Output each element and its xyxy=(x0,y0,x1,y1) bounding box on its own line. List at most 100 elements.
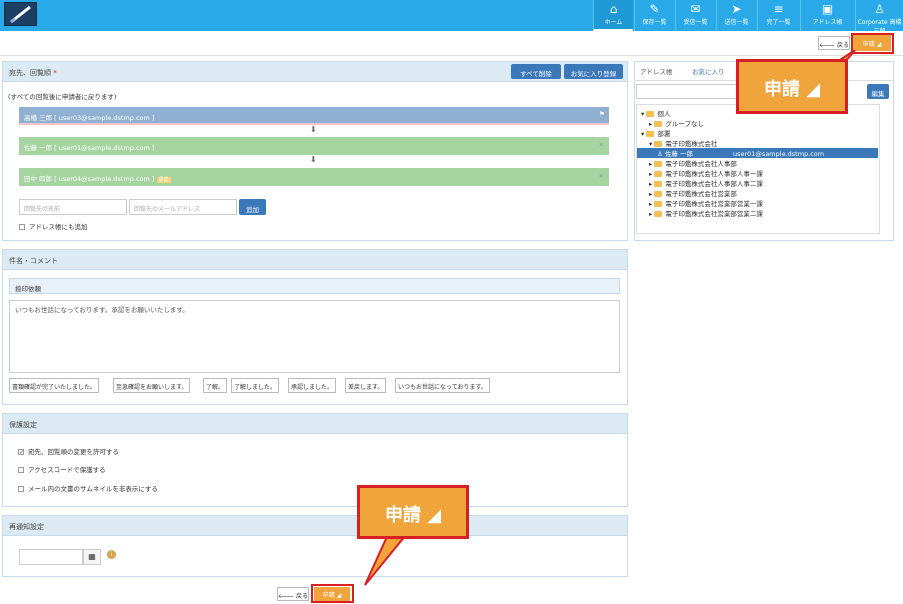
folder-icon xyxy=(654,171,663,177)
add-to-addressbook-checkbox[interactable]: アドレス帳にも追加 xyxy=(19,221,88,231)
reminder-header: 再通知設定 xyxy=(3,516,627,536)
folder-icon xyxy=(654,191,663,197)
tab-favorites[interactable]: お気に入り xyxy=(692,66,725,76)
reminder-panel: 再通知設定 xyxy=(2,515,628,577)
arrow-left-icon: 🡐 xyxy=(278,593,296,600)
list-icon: ≡ xyxy=(773,2,784,16)
arrow-down-icon: ⬇ xyxy=(310,125,317,134)
allow-change-checkbox[interactable]: ✓ 宛先、回覧順の変更を許可する xyxy=(18,446,119,456)
folder-icon xyxy=(646,131,655,137)
home-icon: ⌂ xyxy=(609,2,618,16)
nav-item[interactable]: ▣ アドレス帳 xyxy=(800,0,854,31)
close-icon[interactable]: ✕ xyxy=(599,141,604,149)
delete-all-button[interactable]: すべて削除 xyxy=(511,64,561,79)
template-button[interactable]: 差戻します。 xyxy=(345,378,387,393)
tree-node[interactable]: ▸ 電子印鑑株式会社人事部人事一課 xyxy=(649,168,763,178)
paper-plane-icon: ◢ xyxy=(427,505,442,526)
send-icon: ➤ xyxy=(731,2,742,16)
tree-node[interactable]: ▾ 電子印鑑株式会社 xyxy=(649,138,717,148)
nav-label: 送信一覧 xyxy=(724,19,749,26)
addressbook-icon: ▣ xyxy=(821,2,834,16)
nav-label: 受信一覧 xyxy=(683,19,708,26)
template-button[interactable]: いつもお世話になっております。 xyxy=(395,378,490,393)
nav-item[interactable]: ♙ Corporate 高橋 三郎 xyxy=(855,0,903,35)
nav-item[interactable]: ✉ 受信一覧 xyxy=(675,0,715,31)
arrow-down-icon: ⬇ xyxy=(310,155,317,164)
tree-node-label: グループなし xyxy=(665,120,704,128)
tree-node[interactable]: ▸ 電子印鑑株式会社営業部営業一課 xyxy=(649,198,763,208)
tree-node-label: 電子印鑑株式会社人事部 xyxy=(665,160,737,168)
nav-label: 完了一覧 xyxy=(766,19,791,26)
app-logo[interactable] xyxy=(4,2,37,26)
comment-textarea[interactable]: いつもお世話になっております。承認をお願いいたします。 xyxy=(9,300,620,373)
back-button[interactable]: 🡐 戻る xyxy=(277,587,309,601)
tree-node-label: 部署 xyxy=(657,130,671,138)
template-button[interactable]: 了解しました。 xyxy=(231,378,280,393)
protection-header: 保護設定 xyxy=(3,414,627,434)
arrow-left-icon: 🡐 xyxy=(819,42,837,49)
tree-node[interactable]: ▸ 電子印鑑株式会社営業部 xyxy=(649,188,737,198)
user-icon: ♙ xyxy=(657,150,665,158)
template-button[interactable]: 承認しました。 xyxy=(288,378,337,393)
toolbar xyxy=(0,31,903,56)
apply-button-highlight xyxy=(311,584,354,603)
tree-node[interactable]: ▸ グループなし xyxy=(649,118,704,128)
template-button[interactable]: 至急確認をお願いします。 xyxy=(113,378,191,393)
recipient-name-input[interactable]: 回覧先の名前 xyxy=(19,199,127,215)
flow-row[interactable]: 高橋 三郎 [ user03@sample.dstmp.com ] ⚑ xyxy=(19,107,609,125)
tree-node-label: 電子印鑑株式会社 xyxy=(665,140,718,148)
hide-thumbnail-checkbox[interactable]: メール内の文書のサムネイルを非表示にする xyxy=(18,483,158,493)
return-note: (すべての回覧後に申請者に戻ります) xyxy=(8,93,117,101)
recipient-email-input[interactable]: 回覧先のメールアドレス xyxy=(129,199,237,215)
folder-icon xyxy=(654,181,663,187)
folder-icon xyxy=(654,161,663,167)
nav-item[interactable]: ⌂ ホーム xyxy=(593,0,633,31)
tab-address-book[interactable]: アドレス帳 xyxy=(640,66,673,76)
flow-row[interactable]: 佐藤 一郎 [ user01@sample.dstmp.com ] ✕ xyxy=(19,137,609,155)
tree-node[interactable]: ▾ 部署 xyxy=(641,128,670,138)
close-icon[interactable]: ✕ xyxy=(599,172,604,180)
folder-icon xyxy=(654,211,663,217)
tree-node-label: 電子印鑑株式会社営業部 xyxy=(665,190,737,198)
edit-button[interactable]: 編集 xyxy=(867,84,889,99)
tree-node-label: 佐藤 一郎 xyxy=(664,150,693,158)
edit-icon: ✎ xyxy=(649,2,660,16)
flow-row[interactable]: 田中 四郎 [ user04@sample.dstmp.com ] 承認 ✕ xyxy=(19,168,609,186)
back-button[interactable]: 🡐 戻る xyxy=(818,36,850,50)
reminder-date-input[interactable] xyxy=(19,549,83,565)
calendar-icon[interactable]: ▦ xyxy=(83,549,101,565)
paper-plane-icon: ◢ xyxy=(806,79,821,100)
access-code-checkbox[interactable]: アクセスコードで保護する xyxy=(18,464,106,474)
tree-node[interactable]: ▸ 電子印鑑株式会社営業部営業二課 xyxy=(649,208,763,218)
subject-header: 件名・コメント xyxy=(3,250,627,270)
nav-item[interactable]: ➤ 送信一覧 xyxy=(716,0,756,31)
tree-node-label: 電子印鑑株式会社営業部営業一課 xyxy=(665,200,763,208)
approval-badge: 承認 xyxy=(156,177,171,183)
nav-label: アドレス帳 xyxy=(812,19,843,26)
folder-icon xyxy=(654,201,663,207)
flag-icon: ⚑ xyxy=(599,110,605,118)
tree-node[interactable]: ▾ 個人 xyxy=(641,108,670,118)
template-button[interactable]: 了解。 xyxy=(203,378,228,393)
register-favorite-button[interactable]: お気に入り登録 xyxy=(564,64,623,79)
template-button[interactable]: 書類確認が完了いたしました。 xyxy=(9,378,100,393)
nav-item[interactable]: ≡ 完了一覧 xyxy=(757,0,799,31)
nav-item[interactable]: ✎ 保存一覧 xyxy=(634,0,674,31)
tree-node-label: 電子印鑑株式会社人事部人事一課 xyxy=(665,170,763,178)
folder-icon xyxy=(654,141,663,147)
tree-node-label: 個人 xyxy=(657,110,671,118)
inbox-icon: ✉ xyxy=(690,2,701,16)
tree-node-label: 電子印鑑株式会社人事部人事二課 xyxy=(665,180,763,188)
subject-input[interactable]: 捺印依頼 xyxy=(9,278,620,294)
user-icon: ♙ xyxy=(874,2,885,16)
info-icon[interactable]: i xyxy=(107,550,116,559)
tree-node[interactable]: ♙ 佐藤 一郎 user01@sample.dstmp.com xyxy=(637,148,878,158)
nav-label: ホーム xyxy=(604,19,623,26)
tree-node[interactable]: ▸ 電子印鑑株式会社人事部人事二課 xyxy=(649,178,763,188)
callout-bottom: 申請 ◢ xyxy=(357,485,469,539)
callout-top: 申請 ◢ xyxy=(736,59,848,114)
folder-icon xyxy=(654,121,663,127)
add-recipient-button[interactable]: 追加 xyxy=(239,199,266,215)
tree-node-email: user01@sample.dstmp.com xyxy=(732,150,825,158)
tree-node[interactable]: ▸ 電子印鑑株式会社人事部 xyxy=(649,158,737,168)
